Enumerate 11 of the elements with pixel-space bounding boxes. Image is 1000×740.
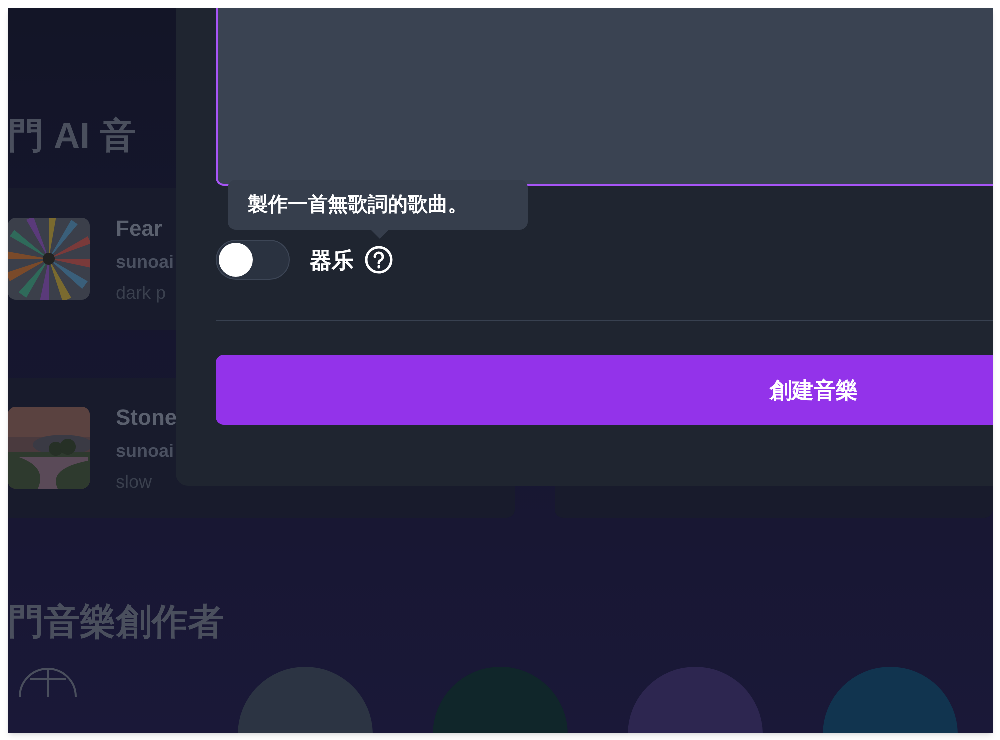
lyrics-field[interactable] [216, 8, 993, 186]
tooltip-arrow [370, 229, 390, 239]
instrumental-toggle[interactable] [216, 240, 290, 280]
toggle-label: 器乐 [310, 246, 354, 274]
section-heading: 門 AI 音 [8, 114, 138, 158]
tooltip: 製作一首無歌詞的歌曲。 [228, 180, 528, 230]
song-title: Stone [116, 404, 178, 432]
help-icon[interactable] [364, 245, 394, 275]
create-button[interactable]: 創建音樂 [216, 355, 993, 425]
song-title: Fear [116, 214, 164, 242]
section-heading: 門音樂創作者 [8, 600, 225, 644]
